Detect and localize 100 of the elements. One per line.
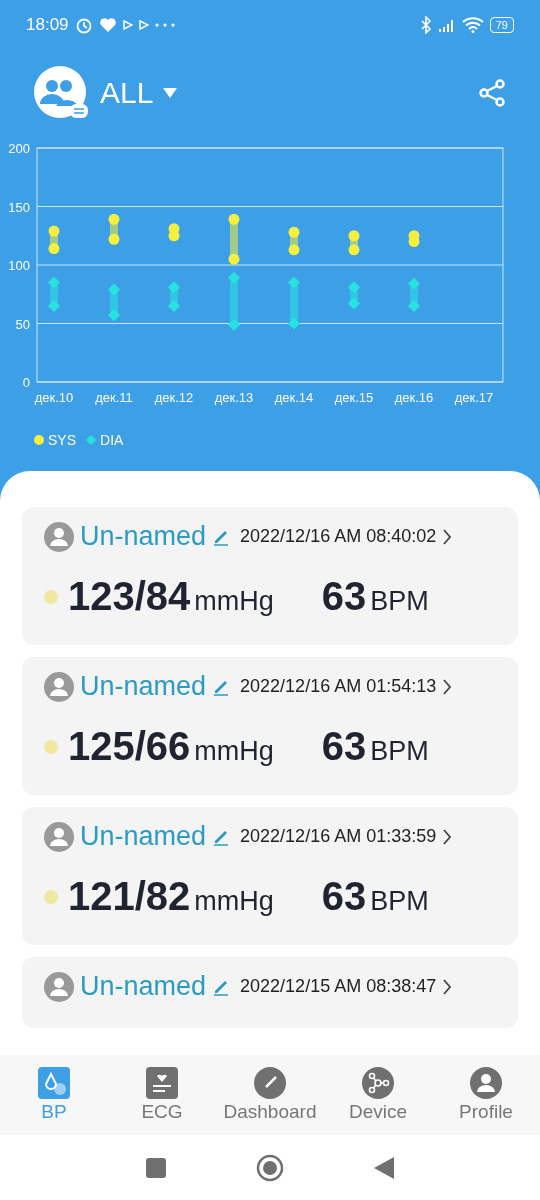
- chevron-right-icon: [442, 527, 453, 546]
- blood-drop-icon: [38, 1067, 70, 1099]
- dia-point: [408, 299, 420, 312]
- axis-label: 50: [15, 316, 30, 332]
- axis-label: 0: [22, 375, 30, 390]
- dropdown-caret-icon[interactable]: [163, 87, 178, 98]
- dia-point: [228, 271, 240, 284]
- sys-point: [228, 213, 240, 225]
- user-name: Un-named: [80, 671, 207, 702]
- share-icon[interactable]: [478, 78, 506, 107]
- dia-point: [348, 281, 360, 294]
- pressure-unit: mmHg: [194, 886, 274, 917]
- sys-point: [348, 244, 360, 256]
- record-card[interactable]: Un-named 2022/12/15 AM 08:38:47: [22, 957, 518, 1028]
- chevron-right-icon: [442, 677, 453, 696]
- nav-tab[interactable]: Profile: [432, 1067, 540, 1123]
- user-avatar-icon: [44, 671, 74, 702]
- dia-point: [288, 317, 300, 330]
- user-name: Un-named: [80, 971, 207, 1002]
- profile-icon: [470, 1067, 502, 1099]
- dia-point: [228, 318, 240, 331]
- pulse-unit: BPM: [370, 886, 429, 917]
- network-icon: [362, 1067, 394, 1099]
- chevron-right-icon: [442, 827, 453, 846]
- dia-point: [168, 299, 180, 312]
- wifi-icon: [461, 17, 484, 33]
- blood-pressure-value: 125/66: [68, 724, 191, 769]
- pressure-unit: mmHg: [194, 586, 274, 617]
- bluetooth-icon: [419, 16, 432, 34]
- status-dot-icon: [44, 589, 58, 604]
- back-icon[interactable]: [374, 1156, 394, 1179]
- user-name: Un-named: [80, 821, 207, 852]
- axis-label: дек.15: [334, 390, 374, 405]
- range-line: [170, 287, 178, 306]
- nav-tab[interactable]: Device: [324, 1067, 432, 1123]
- nav-tab[interactable]: ECG: [108, 1067, 216, 1123]
- record-timestamp: 2022/12/16 AM 08:40:02: [240, 526, 437, 547]
- axis-label: 100: [8, 258, 30, 273]
- user-avatar-icon: [44, 521, 74, 552]
- user-avatar-icon: [44, 971, 74, 1002]
- signal-icon: [437, 18, 456, 32]
- dia-point: [408, 277, 420, 290]
- axis-label: 200: [8, 141, 30, 156]
- group-selector[interactable]: ALL: [100, 75, 154, 110]
- user-avatar-icon: [44, 821, 74, 852]
- axis-label: дек.14: [274, 390, 314, 405]
- legend-label: SYS: [48, 432, 76, 448]
- record-card[interactable]: Un-named 2022/12/16 AM 01:54:13 125/66 mmHg 63 BPM: [22, 657, 518, 795]
- axis-label: дек.13: [214, 390, 254, 405]
- legend-label: DIA: [100, 432, 124, 448]
- record-timestamp: 2022/12/15 AM 08:38:47: [240, 976, 437, 997]
- record-card[interactable]: Un-named 2022/12/16 AM 08:40:02 123/84 mmHg 63 BPM: [22, 507, 518, 645]
- sys-point: [168, 230, 180, 242]
- pulse-value: 63: [321, 874, 367, 919]
- status-time: 18:09: [26, 15, 69, 35]
- more-icon: [154, 23, 175, 27]
- heart-icon: [98, 17, 117, 33]
- pulse-unit: BPM: [370, 586, 429, 617]
- chevron-right-icon: [442, 977, 453, 996]
- ecg-card-icon: [146, 1067, 178, 1099]
- blood-pressure-value: 123/84: [68, 574, 191, 619]
- home-icon[interactable]: [256, 1153, 284, 1182]
- sys-point: [108, 233, 120, 245]
- dia-point: [48, 299, 60, 312]
- sys-point: [288, 226, 300, 238]
- axis-label: дек.12: [154, 390, 194, 405]
- recents-icon[interactable]: [146, 1157, 166, 1178]
- play-icon: [122, 20, 133, 30]
- status-dot-icon: [44, 889, 58, 904]
- pulse-value: 63: [321, 574, 367, 619]
- dia-point: [48, 276, 60, 289]
- dia-point: [108, 309, 120, 322]
- nav-tab[interactable]: BP: [0, 1067, 108, 1123]
- axis-label: дек.16: [394, 390, 434, 405]
- sys-point: [228, 253, 240, 265]
- axis-label: дек.10: [34, 390, 74, 405]
- dia-point: [108, 283, 120, 296]
- sys-point: [288, 244, 300, 256]
- sys-point: [48, 243, 60, 255]
- record-timestamp: 2022/12/16 AM 01:54:13: [240, 676, 437, 697]
- play-icon: [138, 20, 149, 30]
- record-card[interactable]: Un-named 2022/12/16 AM 01:33:59 121/82 mmHg 63 BPM: [22, 807, 518, 945]
- nav-tab[interactable]: Dashboard: [216, 1067, 324, 1123]
- pulse-value: 63: [321, 724, 367, 769]
- sys-point: [108, 213, 120, 225]
- battery-indicator: 79: [489, 17, 514, 33]
- pressure-unit: mmHg: [194, 736, 274, 767]
- sys-point: [408, 236, 420, 248]
- sys-point: [348, 230, 360, 242]
- axis-label: 150: [8, 199, 30, 215]
- alarm-icon: [74, 16, 93, 34]
- status-dot-icon: [44, 739, 58, 754]
- group-avatar-icon[interactable]: [34, 65, 88, 120]
- dia-point: [168, 281, 180, 294]
- user-name: Un-named: [80, 521, 207, 552]
- dia-point: [288, 276, 300, 289]
- axis-label: дек.17: [454, 390, 494, 405]
- gauge-icon: [254, 1067, 286, 1099]
- axis-label: дек.11: [95, 390, 133, 405]
- dia-point: [348, 297, 360, 310]
